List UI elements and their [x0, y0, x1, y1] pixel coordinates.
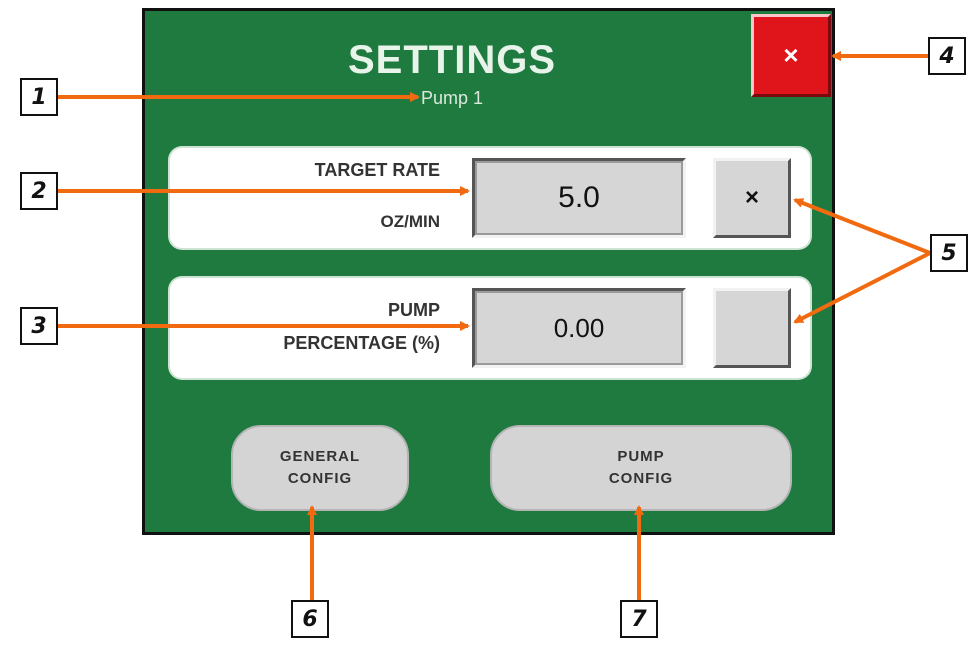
callout-1: 1 — [20, 78, 58, 116]
arrow-5a — [793, 198, 931, 255]
callout-4: 4 — [928, 37, 966, 75]
callout-6: 6 — [291, 600, 329, 638]
callout-2: 2 — [20, 172, 58, 210]
callout-5: 5 — [930, 234, 968, 272]
callout-7: 7 — [620, 600, 658, 638]
callout-arrows — [58, 51, 931, 600]
callout-3: 3 — [20, 307, 58, 345]
arrow-5b — [793, 251, 931, 324]
